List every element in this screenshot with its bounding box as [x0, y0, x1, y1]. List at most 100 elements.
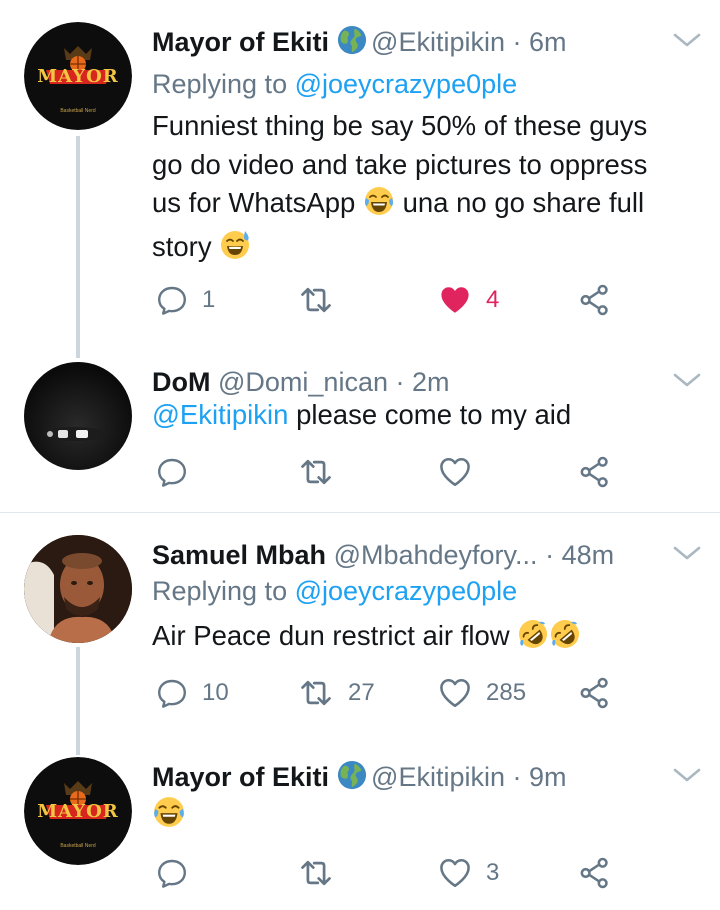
- timestamp[interactable]: 48m: [562, 540, 615, 570]
- globe-icon: [337, 25, 367, 66]
- joy-emoji-icon: [152, 795, 186, 840]
- tweet-actions: 1 4: [150, 280, 650, 320]
- avatar[interactable]: [24, 362, 132, 470]
- timestamp[interactable]: 2m: [412, 367, 450, 397]
- handle[interactable]: @Mbahdeyfory...: [334, 540, 538, 570]
- replying-to-mention[interactable]: @joeycrazype0ple: [295, 576, 518, 606]
- tweet-text-fragment: us for WhatsApp: [152, 187, 356, 218]
- chevron-down-icon[interactable]: [672, 765, 702, 790]
- avatar[interactable]: [24, 535, 132, 643]
- share-icon: [578, 676, 612, 710]
- heart-icon: [438, 856, 472, 890]
- reply-icon: [156, 456, 188, 488]
- share-button[interactable]: [578, 280, 612, 320]
- share-icon: [578, 283, 612, 317]
- separator-dot: ·: [512, 27, 522, 57]
- reply-icon: [156, 677, 188, 709]
- avatar-image: [44, 427, 104, 441]
- replying-to-label: Replying to: [152, 576, 288, 606]
- like-count: 4: [486, 286, 500, 313]
- tweet-actions: [150, 452, 650, 492]
- tweet-text-fragment: una no go share full: [402, 187, 645, 218]
- reply-button[interactable]: [156, 853, 202, 893]
- retweet-button[interactable]: [298, 280, 348, 320]
- like-button[interactable]: [438, 452, 486, 492]
- reply-button[interactable]: 1: [156, 280, 215, 320]
- heart-icon: [438, 455, 472, 489]
- like-button[interactable]: 4: [438, 280, 499, 320]
- tweet-text-fragment: story: [152, 230, 212, 262]
- separator-dot: ·: [545, 540, 555, 570]
- chevron-down-icon[interactable]: [672, 543, 702, 568]
- separator-dot: ·: [395, 367, 405, 397]
- handle[interactable]: @Ekitipikin: [371, 27, 505, 57]
- thread-line: [76, 136, 80, 358]
- tweet-header: Mayor of Ekiti @Ekitipikin · 9m: [152, 757, 700, 797]
- share-button[interactable]: [578, 673, 612, 713]
- avatar-sub-text: Basketball Nerd: [60, 843, 96, 849]
- reply-count: 10: [202, 679, 229, 706]
- chevron-down-icon[interactable]: [672, 30, 702, 55]
- share-button[interactable]: [578, 853, 612, 893]
- thread-line: [76, 647, 80, 755]
- tweet-text: @Ekitipikin please come to my aid: [152, 396, 700, 435]
- reply-button[interactable]: [156, 452, 202, 492]
- display-name[interactable]: Mayor of Ekiti: [152, 27, 329, 57]
- display-name[interactable]: Mayor of Ekiti: [152, 762, 329, 792]
- tweet-text: [152, 795, 700, 840]
- tweet-header: Samuel Mbah @Mbahdeyfory... · 48m: [152, 535, 700, 575]
- display-name[interactable]: Samuel Mbah: [152, 540, 326, 570]
- tweet-1[interactable]: MAYOR Basketball Nerd Mayor of Ekiti @Eki…: [0, 22, 720, 362]
- retweet-count: 27: [348, 679, 375, 706]
- retweet-button[interactable]: [298, 853, 348, 893]
- mention-link[interactable]: @Ekitipikin: [152, 399, 288, 430]
- avatar-sub-text: Basketball Nerd: [60, 108, 96, 114]
- heart-icon: [438, 676, 472, 710]
- retweet-icon: [298, 855, 334, 891]
- chevron-down-icon[interactable]: [672, 370, 702, 395]
- tweet-text-line-3: us for WhatsApp una no go share full: [152, 184, 700, 228]
- timestamp[interactable]: 6m: [529, 27, 567, 57]
- rofl-emoji-icon: [549, 618, 581, 661]
- tweet-text-fragment: please come to my aid: [296, 399, 572, 430]
- tweet-text-fragment: Air Peace dun restrict air flow: [152, 620, 510, 651]
- tweet-actions: 10 27 285: [150, 673, 650, 713]
- replying-to-mention[interactable]: @joeycrazype0ple: [295, 69, 518, 99]
- retweet-icon: [298, 454, 334, 490]
- tweet-header: Mayor of Ekiti @Ekitipikin · 6m: [152, 22, 700, 62]
- display-name[interactable]: DoM: [152, 367, 210, 397]
- rofl-emoji-icon: [517, 618, 549, 661]
- tweet-4[interactable]: MAYOR Basketball Nerd Mayor of Ekiti @Eki…: [0, 757, 720, 910]
- handle[interactable]: @Domi_nican: [218, 367, 388, 397]
- retweet-button[interactable]: 27: [298, 673, 375, 713]
- joy-emoji-icon: [363, 185, 395, 228]
- avatar-logo-text: MAYOR: [37, 66, 119, 87]
- separator-dot: ·: [512, 762, 522, 792]
- sweat-smile-emoji-icon: [219, 229, 251, 272]
- like-button[interactable]: 3: [438, 853, 499, 893]
- reply-icon: [156, 857, 188, 889]
- tweet-2[interactable]: DoM @Domi_nican · 2m @Ekitipikin please …: [0, 362, 720, 512]
- retweet-icon: [298, 282, 334, 318]
- replying-to-label: Replying to: [152, 69, 288, 99]
- heart-filled-icon: [438, 283, 472, 317]
- tweet-text-line-4: story: [152, 228, 700, 272]
- replying-to: Replying to @joeycrazype0ple: [152, 573, 517, 609]
- retweet-button[interactable]: [298, 452, 348, 492]
- replying-to: Replying to @joeycrazype0ple: [152, 66, 517, 102]
- avatar-image: [24, 535, 132, 643]
- like-button[interactable]: 285: [438, 673, 526, 713]
- share-icon: [578, 455, 612, 489]
- tweet-divider: [0, 512, 720, 513]
- avatar[interactable]: MAYOR Basketball Nerd: [24, 757, 132, 865]
- reply-button[interactable]: 10: [156, 673, 229, 713]
- timestamp[interactable]: 9m: [529, 762, 567, 792]
- tweet-3[interactable]: Samuel Mbah @Mbahdeyfory... · 48m Replyi…: [0, 535, 720, 755]
- retweet-icon: [298, 675, 334, 711]
- avatar-logo-text: MAYOR: [37, 801, 119, 822]
- share-button[interactable]: [578, 452, 612, 492]
- handle[interactable]: @Ekitipikin: [371, 762, 505, 792]
- like-count: 285: [486, 679, 527, 706]
- avatar[interactable]: MAYOR Basketball Nerd: [24, 22, 132, 130]
- tweet-text: Funniest thing be say 50% of these guys …: [152, 107, 700, 271]
